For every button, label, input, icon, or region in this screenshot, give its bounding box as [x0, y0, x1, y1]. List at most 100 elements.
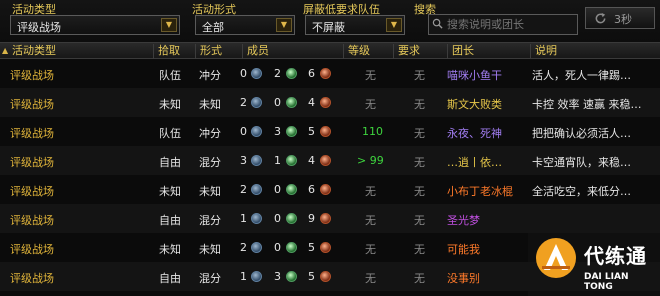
header-requirement[interactable]: 要求 — [393, 44, 420, 59]
row-activity-type: 评级战场 — [10, 243, 54, 256]
healer-role-icon — [286, 271, 297, 282]
dps-role-icon — [320, 126, 331, 137]
block-low-value: 不屏蔽 — [312, 21, 345, 34]
dps-role-icon — [320, 155, 331, 166]
row-activity-type: 评级战场 — [10, 98, 54, 111]
dps-count: 6 — [308, 67, 315, 80]
row-mode: 冲分 — [199, 69, 221, 82]
table-row[interactable]: 评级战场 自由 混分 3 1 4 > 99 无 …逍丨依… 卡空通宵队，来稳… — [0, 146, 660, 175]
row-description: 卡空通宵队，来稳… — [532, 156, 631, 169]
healer-count: 2 — [274, 67, 281, 80]
table-row[interactable]: 评级战场 队伍 冲分 0 3 5 110 无 永夜、死神 把把确认必须活人… — [0, 117, 660, 146]
header-level[interactable]: 等级 — [343, 44, 370, 59]
row-activity-type: 评级战场 — [10, 69, 54, 82]
tank-count: 0 — [240, 67, 247, 80]
watermark-text: 代练通 — [584, 244, 647, 268]
tank-count: 2 — [240, 183, 247, 196]
healer-count: 0 — [274, 183, 281, 196]
tank-role-icon — [251, 126, 262, 137]
healer-role-icon — [286, 97, 297, 108]
row-level: > 99 — [357, 154, 384, 167]
row-requirement: 无 — [414, 156, 425, 169]
tank-count: 1 — [240, 270, 247, 283]
column-header: ▲ 活动类型 拾取 形式 成员 等级 要求 团长 说明 — [0, 42, 660, 59]
row-loot: 未知 — [159, 98, 181, 111]
healer-count: 0 — [274, 212, 281, 225]
dps-role-icon — [320, 97, 331, 108]
row-leader: 小布丁老冰棍 — [447, 185, 513, 198]
header-activity-type[interactable]: 活动类型 — [8, 44, 56, 59]
row-mode: 混分 — [199, 156, 221, 169]
row-requirement: 无 — [414, 185, 425, 198]
tank-count: 2 — [240, 241, 247, 254]
table-row[interactable]: 评级战场 未知 未知 2 0 4 无 无 斯文大败类 卡控 效率 速赢 来稳… — [0, 88, 660, 117]
watermark-logo-icon — [536, 238, 576, 278]
row-activity-type: 评级战场 — [10, 185, 54, 198]
healer-count: 0 — [274, 241, 281, 254]
tank-role-icon — [251, 184, 262, 195]
activity-mode-dropdown[interactable]: 全部 ▼ — [195, 15, 295, 35]
dps-role-icon — [320, 184, 331, 195]
search-input[interactable] — [428, 14, 578, 35]
row-activity-type: 评级战场 — [10, 127, 54, 140]
row-leader: 喵咪小鱼干 — [447, 69, 502, 82]
activity-type-dropdown[interactable]: 评级战场 ▼ — [10, 15, 180, 35]
dps-count: 6 — [308, 183, 315, 196]
chevron-down-icon[interactable]: ▼ — [276, 18, 292, 32]
row-loot: 未知 — [159, 243, 181, 256]
tank-role-icon — [251, 155, 262, 166]
table-row[interactable]: 评级战场 自由 混分 1 0 9 无 无 圣光梦 — [0, 204, 660, 233]
search-icon — [432, 18, 443, 29]
healer-role-icon — [286, 126, 297, 137]
healer-count: 3 — [274, 270, 281, 283]
dps-count: 5 — [308, 241, 315, 254]
table-row[interactable]: 评级战场 未知 未知 2 0 6 无 无 小布丁老冰棍 全活吃空，来低分… — [0, 175, 660, 204]
activity-type-value: 评级战场 — [17, 21, 61, 34]
row-level: 无 — [365, 214, 376, 227]
row-level: 无 — [365, 69, 376, 82]
row-mode: 未知 — [199, 185, 221, 198]
dps-role-icon — [320, 68, 331, 79]
chevron-down-icon[interactable]: ▼ — [161, 18, 177, 32]
healer-count: 3 — [274, 125, 281, 138]
block-low-dropdown[interactable]: 不屏蔽 ▼ — [305, 15, 405, 35]
healer-role-icon — [286, 155, 297, 166]
table-row[interactable]: 评级战场 队伍 冲分 0 2 6 无 无 喵咪小鱼干 活人，死人一律踢… — [0, 59, 660, 88]
chevron-down-icon[interactable]: ▼ — [386, 18, 402, 32]
row-loot: 自由 — [159, 156, 181, 169]
row-leader: 永夜、死神 — [447, 127, 502, 140]
row-loot: 队伍 — [159, 69, 181, 82]
healer-role-icon — [286, 242, 297, 253]
header-leader[interactable]: 团长 — [447, 44, 474, 59]
row-mode: 未知 — [199, 98, 221, 111]
watermark: 代练通 DAI LIAN TONG — [528, 230, 660, 296]
tank-role-icon — [251, 271, 262, 282]
healer-count: 0 — [274, 96, 281, 109]
row-activity-type: 评级战场 — [10, 272, 54, 285]
watermark-subtext: DAI LIAN TONG — [584, 272, 629, 292]
healer-count: 1 — [274, 154, 281, 167]
row-requirement: 无 — [414, 127, 425, 140]
refresh-countdown: 3秒 — [614, 13, 632, 26]
tank-count: 1 — [240, 212, 247, 225]
row-level: 无 — [365, 185, 376, 198]
row-description: 卡控 效率 速赢 来稳… — [532, 98, 642, 111]
header-mode[interactable]: 形式 — [195, 44, 222, 59]
dps-count: 4 — [308, 154, 315, 167]
dps-role-icon — [320, 271, 331, 282]
row-leader: 圣光梦 — [447, 214, 480, 227]
header-loot[interactable]: 拾取 — [153, 44, 180, 59]
row-requirement: 无 — [414, 214, 425, 227]
dps-count: 5 — [308, 125, 315, 138]
tank-count: 0 — [240, 125, 247, 138]
row-level: 无 — [365, 98, 376, 111]
refresh-button[interactable]: 3秒 — [585, 7, 655, 29]
dps-role-icon — [320, 213, 331, 224]
header-description[interactable]: 说明 — [530, 44, 557, 59]
tank-count: 3 — [240, 154, 247, 167]
refresh-icon — [595, 12, 606, 24]
row-description: 全活吃空，来低分… — [532, 185, 631, 198]
dps-count: 5 — [308, 270, 315, 283]
header-members[interactable]: 成员 — [242, 44, 269, 59]
dps-count: 9 — [308, 212, 315, 225]
